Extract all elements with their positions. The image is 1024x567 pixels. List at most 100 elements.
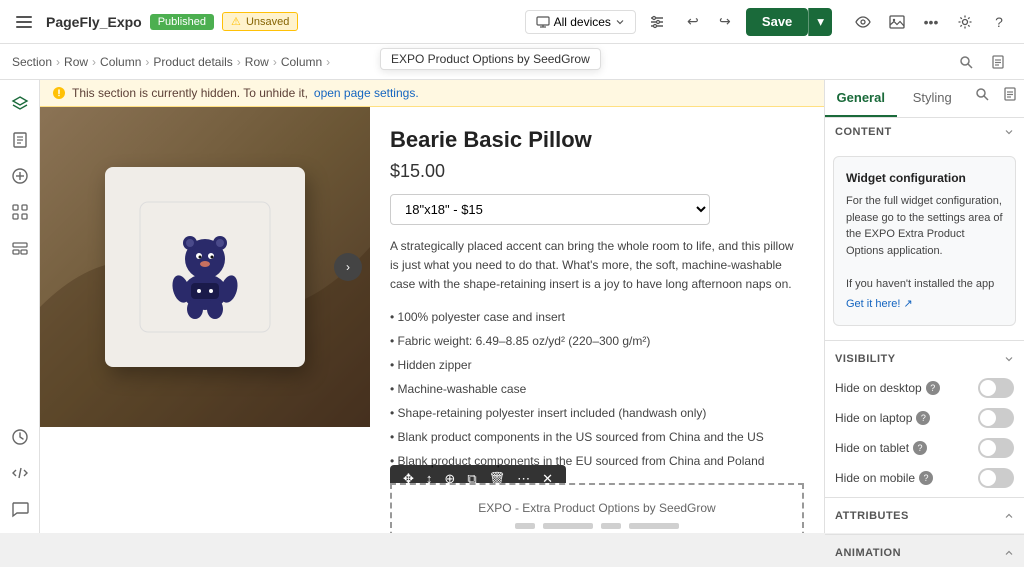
image-icon: [889, 14, 905, 30]
feature-3: • Hidden zipper: [390, 353, 804, 377]
animation-section-header[interactable]: ANIMATION: [825, 539, 1024, 567]
image-button[interactable]: [882, 7, 912, 37]
preview-button[interactable]: [848, 7, 878, 37]
breadcrumb-row-1[interactable]: Row: [64, 55, 88, 69]
more-button[interactable]: •••: [916, 7, 946, 37]
hide-tablet-row: Hide on tablet ?: [825, 433, 1024, 463]
tab-styling[interactable]: Styling: [897, 80, 969, 117]
redo-button[interactable]: ↪: [710, 7, 740, 37]
breadcrumb-product-details[interactable]: Product details: [153, 55, 232, 69]
hide-laptop-row: Hide on laptop ?: [825, 403, 1024, 433]
widget-config-note: If you haven't installed the app: [846, 276, 1003, 293]
attributes-label: ATTRIBUTES: [835, 510, 909, 522]
settings-button[interactable]: [950, 7, 980, 37]
layers-icon: [11, 95, 29, 113]
breadcrumb-column-1[interactable]: Column: [100, 55, 141, 69]
product-section: › Bearie Basic Pillow $15.00 18"x18" - $…: [40, 107, 824, 533]
feature-1: • 100% polyester case and insert: [390, 305, 804, 329]
help-button[interactable]: ?: [984, 7, 1014, 37]
main-layout: This section is currently hidden. To unh…: [0, 80, 1024, 533]
sidebar-icon-elements[interactable]: [4, 232, 36, 264]
breadcrumb-row-2[interactable]: Row: [245, 55, 269, 69]
image-nav-arrow[interactable]: ›: [334, 253, 362, 281]
feature-4: • Machine-washable case: [390, 377, 804, 401]
widget-config-link[interactable]: Get it here! ↗: [846, 296, 913, 313]
visibility-collapse-icon: [1004, 354, 1014, 364]
sidebar-icon-chat[interactable]: [4, 493, 36, 525]
warning-bar: This section is currently hidden. To unh…: [40, 80, 824, 107]
product-price: $15.00: [390, 161, 804, 182]
hide-laptop-label: Hide on laptop ?: [835, 411, 930, 425]
topbar-center: All devices ↩ ↪ Save ▾: [525, 7, 832, 37]
apps-icon: [11, 203, 29, 221]
search-icon: [959, 55, 973, 69]
breadcrumb-bar: Section › Row › Column › Product details…: [0, 44, 1024, 80]
published-badge: Published: [150, 14, 214, 30]
panel-search-icon: [975, 87, 989, 101]
animation-collapse-icon: [1004, 548, 1014, 558]
variant-selector[interactable]: 18"x18" - $15: [390, 194, 710, 225]
hide-tablet-label: Hide on tablet ?: [835, 441, 927, 455]
tab-general[interactable]: General: [825, 80, 897, 117]
search-icon-btn[interactable]: [952, 48, 980, 76]
device-selector[interactable]: All devices: [525, 10, 636, 34]
code-icon: [11, 464, 29, 482]
breadcrumb-column-2[interactable]: Column: [281, 55, 322, 69]
content-section-label: CONTENT: [835, 126, 892, 138]
app-name: PageFly_Expo: [46, 14, 142, 30]
breadcrumb-section[interactable]: Section: [12, 55, 52, 69]
pages-icon: [11, 131, 29, 149]
sidebar-icon-pages[interactable]: [4, 124, 36, 156]
feature-6: • Blank product components in the US sou…: [390, 425, 804, 449]
breadcrumb-active-item: EXPO Product Options by SeedGrow: [380, 48, 601, 70]
expo-lines-1: [515, 523, 593, 533]
undo-redo-group: ↩ ↪: [678, 7, 740, 37]
canvas-content: › Bearie Basic Pillow $15.00 18"x18" - $…: [40, 107, 824, 533]
feature-5: • Shape-retaining polyester insert inclu…: [390, 401, 804, 425]
hide-desktop-label: Hide on desktop ?: [835, 381, 940, 395]
feature-2: • Fabric weight: 6.49–8.85 oz/yd² (220–3…: [390, 329, 804, 353]
divider-3: [825, 534, 1024, 535]
expo-widget-placeholder: [408, 523, 786, 533]
doc-icon-btn[interactable]: [984, 48, 1012, 76]
sidebar-icon-code[interactable]: [4, 457, 36, 489]
hide-desktop-toggle[interactable]: [978, 378, 1014, 398]
hide-tablet-help[interactable]: ?: [913, 441, 927, 455]
layout-settings-btn[interactable]: [642, 7, 672, 37]
undo-button[interactable]: ↩: [678, 7, 708, 37]
attributes-section-header[interactable]: ATTRIBUTES: [825, 502, 1024, 530]
panel-doc-icon: [1003, 87, 1017, 101]
sidebar-icon-add[interactable]: [4, 160, 36, 192]
pillow-image: [105, 167, 305, 367]
hamburger-menu[interactable]: [10, 8, 38, 36]
visibility-section-header[interactable]: VISIBILITY: [825, 345, 1024, 373]
sidebar-icon-layers[interactable]: [4, 88, 36, 120]
save-dropdown-button[interactable]: ▾: [808, 8, 832, 36]
expo-line-s1: [515, 523, 535, 529]
warning-link[interactable]: open page settings.: [314, 86, 419, 100]
product-info-col: Bearie Basic Pillow $15.00 18"x18" - $15…: [370, 107, 824, 533]
hide-mobile-help[interactable]: ?: [919, 471, 933, 485]
sidebar-icon-history[interactable]: [4, 421, 36, 453]
expo-widget-label: EXPO - Extra Product Options by SeedGrow: [408, 501, 786, 515]
hide-desktop-help[interactable]: ?: [926, 381, 940, 395]
sidebar-icon-apps[interactable]: [4, 196, 36, 228]
visibility-label: VISIBILITY: [835, 353, 896, 365]
panel-search-btn[interactable]: [968, 80, 996, 108]
topbar: PageFly_Expo Published ⚠ Unsaved All dev…: [0, 0, 1024, 44]
hide-laptop-toggle[interactable]: [978, 408, 1014, 428]
product-image-col: ›: [40, 107, 370, 533]
right-panel-tabs: General Styling: [825, 80, 1024, 118]
hide-tablet-toggle[interactable]: [978, 438, 1014, 458]
content-collapse-icon: [1004, 127, 1014, 137]
device-label: All devices: [554, 15, 611, 29]
expo-widget-area[interactable]: EXPO - Extra Product Options by SeedGrow: [390, 483, 804, 533]
content-section-header[interactable]: CONTENT: [825, 118, 1024, 146]
save-button[interactable]: Save: [746, 8, 808, 36]
hide-mobile-toggle[interactable]: [978, 468, 1014, 488]
product-image-bg: ›: [40, 107, 370, 427]
panel-doc-btn[interactable]: [996, 80, 1024, 108]
right-panel: General Styling CONTENT: [824, 80, 1024, 533]
hide-laptop-help[interactable]: ?: [916, 411, 930, 425]
unsaved-badge: ⚠ Unsaved: [222, 12, 298, 31]
